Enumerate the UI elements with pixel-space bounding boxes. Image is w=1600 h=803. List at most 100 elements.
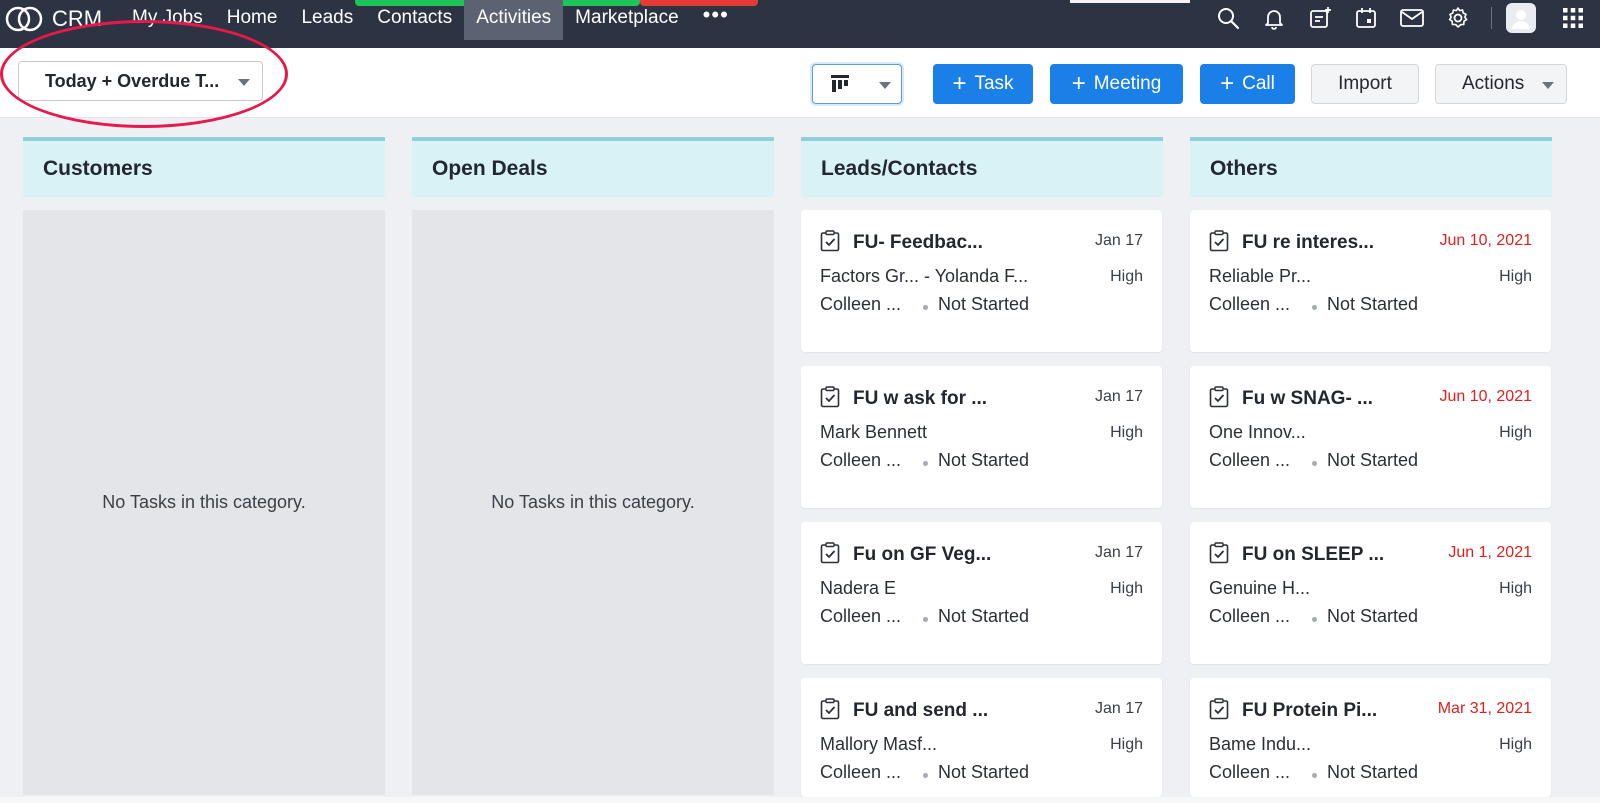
task-subject[interactable]: FU re interes... xyxy=(1242,232,1374,254)
task-subject[interactable]: FU and send ... xyxy=(853,700,988,722)
empty-state-text: No Tasks in this category. xyxy=(102,492,306,512)
task-status: Not Started xyxy=(938,294,1030,314)
task-subject[interactable]: Fu w SNAG- ... xyxy=(1242,388,1373,410)
task-card[interactable]: FU re interes... Jun 10, 2021 Reliable P… xyxy=(1190,210,1551,352)
task-status: Not Started xyxy=(1327,762,1419,782)
task-subject[interactable]: FU on SLEEP ... xyxy=(1242,544,1384,566)
task-owner: Colleen ... xyxy=(1209,294,1291,314)
separator-dot xyxy=(1312,461,1317,466)
task-card[interactable]: Fu on GF Veg... Jan 17 Nadera E High Col… xyxy=(801,522,1162,664)
task-status: Not Started xyxy=(1327,606,1419,626)
task-due-date: Jan 17 xyxy=(1094,544,1143,561)
nav-item-activities[interactable]: Activities xyxy=(464,0,564,40)
task-checkbox-icon xyxy=(1209,386,1229,408)
calendar-icon[interactable] xyxy=(1343,0,1389,36)
task-checkbox-icon xyxy=(1209,698,1229,720)
task-status: Not Started xyxy=(938,762,1030,782)
avatar[interactable] xyxy=(1506,3,1536,33)
task-subject[interactable]: FU w ask for ... xyxy=(853,388,987,410)
task-due-date: Jan 17 xyxy=(1094,232,1143,249)
task-priority: High xyxy=(1499,424,1532,441)
column-body-open-deals: No Tasks in this category. xyxy=(412,210,774,795)
task-subject[interactable]: Fu on GF Veg... xyxy=(853,544,991,566)
task-card[interactable]: FU and send ... Jan 17 Mallory Masf... H… xyxy=(801,678,1162,797)
task-owner: Colleen ... xyxy=(1209,450,1291,470)
task-owner: Colleen ... xyxy=(820,762,902,782)
task-card[interactable]: FU w ask for ... Jan 17 Mark Bennett Hig… xyxy=(801,366,1162,508)
task-related-to[interactable]: Bame Indu... xyxy=(1209,734,1311,755)
task-status: Not Started xyxy=(938,606,1030,626)
column-title: Leads/Contacts xyxy=(821,157,978,180)
nav-item-marketplace[interactable]: Marketplace xyxy=(563,0,691,40)
mail-icon[interactable] xyxy=(1389,0,1435,36)
plus-icon: + xyxy=(1220,70,1235,97)
task-card[interactable]: FU Protein Pi... Mar 31, 2021 Bame Indu.… xyxy=(1190,678,1551,797)
plus-icon: + xyxy=(1071,70,1086,97)
view-switcher-button[interactable] xyxy=(812,64,902,104)
task-status: Not Started xyxy=(1327,294,1419,314)
task-checkbox-icon xyxy=(820,542,840,564)
nav-item-my-jobs[interactable]: My Jobs xyxy=(120,0,215,40)
column-header-customers: Customers xyxy=(23,137,385,197)
task-related-to[interactable]: Reliable Pr... xyxy=(1209,266,1311,287)
nav-item-contacts[interactable]: Contacts xyxy=(365,0,464,40)
brand[interactable]: CRM xyxy=(4,2,102,36)
task-checkbox-icon xyxy=(820,386,840,408)
horizontal-scrollbar-track[interactable] xyxy=(0,797,1600,803)
task-owner: Colleen ... xyxy=(820,294,902,314)
task-due-date-overdue: Jun 10, 2021 xyxy=(1439,388,1532,405)
calendar-add-icon[interactable] xyxy=(1297,0,1343,36)
add-call-label: Call xyxy=(1242,73,1275,94)
task-subject[interactable]: FU- Feedbac... xyxy=(853,232,983,254)
task-card[interactable]: FU on SLEEP ... Jun 1, 2021 Genuine H...… xyxy=(1190,522,1551,664)
task-priority: High xyxy=(1499,736,1532,753)
nav-item-home[interactable]: Home xyxy=(215,0,290,40)
import-button[interactable]: Import xyxy=(1311,64,1419,104)
task-status: Not Started xyxy=(938,450,1030,470)
brand-name: CRM xyxy=(52,6,103,31)
add-task-label: Task xyxy=(974,73,1014,94)
more-menu-icon[interactable]: ••• xyxy=(691,0,741,40)
task-due-date-overdue: Jun 1, 2021 xyxy=(1448,544,1532,561)
add-call-button[interactable]: + Call xyxy=(1200,64,1295,104)
search-icon[interactable] xyxy=(1205,0,1251,36)
task-related-to[interactable]: Mark Bennett xyxy=(820,422,927,443)
separator-dot xyxy=(923,773,928,778)
kanban-view-icon xyxy=(831,75,849,92)
task-priority: High xyxy=(1110,424,1143,441)
gear-icon[interactable] xyxy=(1435,0,1481,36)
add-meeting-button[interactable]: + Meeting xyxy=(1050,64,1183,104)
column-body-customers: No Tasks in this category. xyxy=(23,210,385,795)
task-owner: Colleen ... xyxy=(820,450,902,470)
bell-icon[interactable] xyxy=(1251,0,1297,36)
task-priority: High xyxy=(1110,580,1143,597)
nav-item-leads[interactable]: Leads xyxy=(289,0,365,40)
task-checkbox-icon xyxy=(1209,542,1229,564)
task-priority: High xyxy=(1499,580,1532,597)
top-navigation-bar: CRM My Jobs Home Leads Contacts Activiti… xyxy=(0,0,1600,48)
task-related-to[interactable]: Nadera E xyxy=(820,578,896,599)
chevron-down-icon xyxy=(1542,82,1554,89)
add-meeting-label: Meeting xyxy=(1093,73,1162,94)
column-title: Customers xyxy=(43,157,153,180)
task-due-date: Jan 17 xyxy=(1094,700,1143,717)
task-owner: Colleen ... xyxy=(1209,762,1291,782)
task-related-to[interactable]: Mallory Masf... xyxy=(820,734,937,755)
column-header-open-deals: Open Deals xyxy=(412,137,774,197)
toolbar: Today + Overdue T... + Task + Meeting + … xyxy=(0,48,1600,118)
add-task-button[interactable]: + Task xyxy=(933,64,1033,104)
task-filter-dropdown[interactable]: Today + Overdue T... xyxy=(18,61,263,101)
task-card[interactable]: FU- Feedbac... Jan 17 Factors Gr... - Yo… xyxy=(801,210,1162,352)
task-subject[interactable]: FU Protein Pi... xyxy=(1242,700,1377,722)
apps-grid-icon[interactable] xyxy=(1550,0,1596,36)
empty-state-text: No Tasks in this category. xyxy=(491,492,695,512)
actions-dropdown[interactable]: Actions xyxy=(1435,64,1567,104)
separator-dot xyxy=(1312,773,1317,778)
task-due-date: Jan 17 xyxy=(1094,388,1143,405)
task-related-to[interactable]: Genuine H... xyxy=(1209,578,1310,599)
task-related-to[interactable]: Factors Gr... - Yolanda F... xyxy=(820,266,1028,287)
column-title: Others xyxy=(1210,157,1278,180)
task-related-to[interactable]: One Innov... xyxy=(1209,422,1306,443)
task-card[interactable]: Fu w SNAG- ... Jun 10, 2021 One Innov...… xyxy=(1190,366,1551,508)
status-strip-light xyxy=(1070,0,1190,3)
